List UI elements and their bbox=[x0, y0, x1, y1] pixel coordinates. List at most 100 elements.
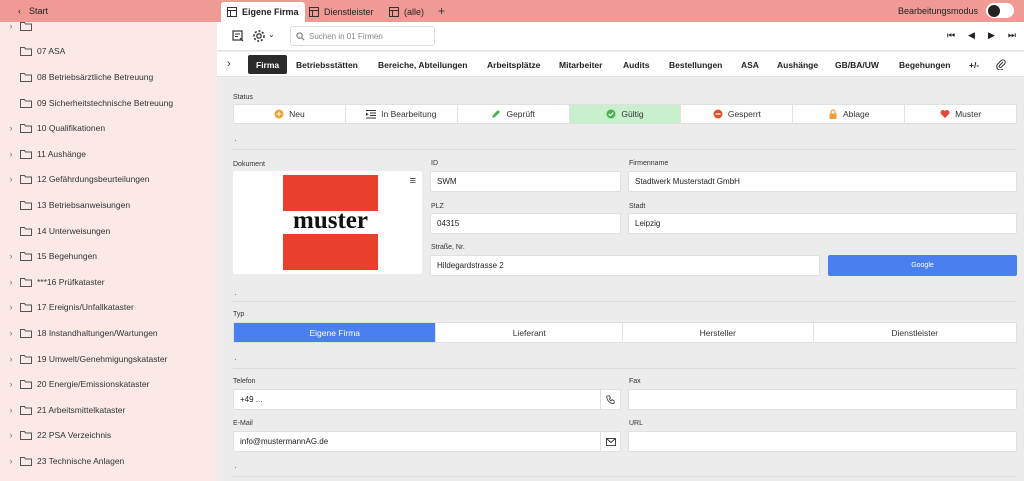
chevron-right-icon[interactable]: › bbox=[7, 251, 15, 261]
plz-field[interactable]: 04315 bbox=[430, 213, 621, 234]
chevron-down-icon[interactable]: ⌄ bbox=[268, 30, 275, 39]
sidebar-item[interactable]: › ***16 Prüfkataster bbox=[0, 269, 217, 295]
chevron-right-icon[interactable]: › bbox=[7, 123, 15, 133]
status-option[interactable]: Muster bbox=[905, 105, 1016, 123]
section-tab[interactable]: Aushänge bbox=[769, 55, 826, 74]
prev-record-icon[interactable]: ◀ bbox=[968, 30, 975, 41]
search-input[interactable]: Suchen in 01 Firmen bbox=[290, 26, 435, 46]
phone-icon[interactable] bbox=[600, 390, 620, 409]
status-option[interactable]: Neu bbox=[234, 105, 346, 123]
status-option[interactable]: Geprüft bbox=[458, 105, 570, 123]
url-field[interactable] bbox=[628, 431, 1017, 452]
section-tab[interactable]: Begehungen bbox=[891, 55, 958, 74]
sidebar-item-label: 13 Betriebsanweisungen bbox=[37, 199, 131, 210]
chevron-right-icon[interactable]: › bbox=[7, 379, 15, 389]
fax-field[interactable] bbox=[628, 389, 1017, 410]
sidebar-item[interactable]: 09 Sicherheitstechnische Betreuung bbox=[0, 90, 217, 116]
folder-icon bbox=[20, 277, 32, 287]
chevron-right-icon[interactable]: › bbox=[7, 174, 15, 184]
typ-option[interactable]: Eigene Firma bbox=[234, 323, 437, 342]
section-tab[interactable]: Firma bbox=[248, 55, 288, 74]
sidebar-back-button[interactable]: ‹ Start bbox=[0, 0, 217, 22]
section-tab[interactable]: ASA bbox=[733, 55, 767, 74]
google-button[interactable]: Google bbox=[828, 255, 1017, 276]
sidebar-item[interactable]: 13 Betriebsanweisungen bbox=[0, 192, 217, 218]
search-placeholder: Suchen in 01 Firmen bbox=[309, 31, 383, 41]
sidebar-item[interactable]: › 12 Gefährdungsbeurteilungen bbox=[0, 167, 217, 193]
section-tab[interactable]: Mitarbeiter bbox=[551, 55, 610, 74]
divider bbox=[233, 476, 1017, 477]
chevron-right-icon[interactable]: › bbox=[7, 354, 15, 364]
next-record-icon[interactable]: ▶ bbox=[988, 30, 995, 41]
paperclip-icon[interactable] bbox=[996, 59, 1006, 70]
strasse-label: Straße, Nr. bbox=[431, 244, 465, 251]
plus-circle-icon bbox=[274, 109, 284, 119]
chevron-right-icon[interactable]: › bbox=[7, 149, 15, 159]
folder-icon bbox=[20, 47, 32, 57]
gear-icon[interactable] bbox=[252, 29, 266, 43]
typ-option[interactable]: Lieferant bbox=[436, 323, 624, 342]
sidebar-item[interactable]: › 20 Energie/Emissionskataster bbox=[0, 371, 217, 397]
chevron-right-icon[interactable]: › bbox=[7, 456, 15, 466]
telefon-field[interactable]: +49 ... bbox=[233, 389, 621, 410]
section-tab[interactable]: GB/BA/UW bbox=[827, 55, 887, 74]
add-tab-icon[interactable]: + bbox=[438, 4, 445, 18]
tab-eigene-firma[interactable]: Eigene Firma bbox=[221, 2, 305, 22]
folder-icon bbox=[20, 200, 32, 210]
envelope-icon[interactable] bbox=[600, 432, 620, 451]
sidebar-item[interactable]: › 18 Instandhaltungen/Wartungen bbox=[0, 320, 217, 346]
document-preview[interactable]: muster ≡ bbox=[233, 171, 422, 274]
chevron-right-icon[interactable]: › bbox=[7, 21, 15, 31]
folder-icon bbox=[20, 124, 32, 134]
sidebar-item[interactable]: 08 Betriebsärztliche Betreuung bbox=[0, 64, 217, 90]
separator-dot: · bbox=[234, 290, 237, 299]
section-tab[interactable]: Arbeitsplätze bbox=[479, 55, 548, 74]
toolbar: ⌄ Suchen in 01 Firmen ⏮ ◀ ▶ ⏭ bbox=[217, 22, 1024, 51]
sidebar-item[interactable]: 07 ASA bbox=[0, 39, 217, 65]
chevron-right-icon[interactable]: › bbox=[7, 405, 15, 415]
typ-selector: Eigene Firma Lieferant Hersteller Dienstlei… bbox=[233, 322, 1017, 343]
last-record-icon[interactable]: ⏭ bbox=[1008, 30, 1016, 41]
edit-mode-toggle[interactable] bbox=[986, 3, 1014, 18]
typ-option[interactable]: Dienstleister bbox=[814, 323, 1016, 342]
status-option-label: In Bearbeitung bbox=[381, 109, 437, 119]
section-tab[interactable]: Betriebsstätten bbox=[288, 55, 366, 74]
sidebar-item[interactable]: › 23 Technische Anlagen bbox=[0, 448, 217, 474]
status-option[interactable]: In Bearbeitung bbox=[346, 105, 458, 123]
tab-dienstleister[interactable]: Dienstleister bbox=[303, 2, 380, 22]
sidebar-item[interactable]: › 19 Umwelt/Genehmigungskataster bbox=[0, 346, 217, 372]
folder-icon bbox=[20, 405, 32, 415]
separator-dot: · bbox=[234, 355, 237, 364]
typ-option[interactable]: Hersteller bbox=[623, 323, 814, 342]
sidebar-item[interactable]: › 10 Qualifikationen bbox=[0, 115, 217, 141]
sidebar-item[interactable]: 14 Unterweisungen bbox=[0, 218, 217, 244]
section-tab[interactable]: +/- bbox=[961, 55, 987, 74]
section-tab[interactable]: Bereiche, Abteilungen bbox=[370, 55, 475, 74]
export-icon[interactable] bbox=[232, 30, 244, 42]
check-circle-icon bbox=[606, 109, 616, 119]
first-record-icon[interactable]: ⏮ bbox=[947, 30, 955, 41]
sidebar-item[interactable]: › 11 Aushänge bbox=[0, 141, 217, 167]
strasse-field[interactable]: Hildegardstrasse 2 bbox=[430, 255, 820, 276]
sidebar-item[interactable]: › 22 PSA Verzeichnis bbox=[0, 423, 217, 449]
chevron-right-icon[interactable]: › bbox=[7, 277, 15, 287]
section-tab[interactable]: Bestellungen bbox=[661, 55, 730, 74]
chevron-right-icon[interactable]: › bbox=[7, 328, 15, 338]
status-option[interactable]: Gültig bbox=[569, 105, 682, 123]
chevron-right-icon[interactable]: › bbox=[7, 302, 15, 312]
id-field[interactable]: SWM bbox=[430, 171, 621, 192]
sidebar-item[interactable]: › 21 Arbeitsmittelkataster bbox=[0, 397, 217, 423]
sidebar-item[interactable]: › 15 Begehungen bbox=[0, 243, 217, 269]
stadt-field[interactable]: Leipzig bbox=[628, 213, 1017, 234]
status-option[interactable]: Gesperrt bbox=[681, 105, 794, 123]
chevron-right-icon[interactable]: › bbox=[7, 430, 15, 440]
menu-icon[interactable]: ≡ bbox=[410, 175, 416, 187]
firmenname-field[interactable]: Stadtwerk Musterstadt GmbH bbox=[628, 171, 1017, 192]
chevron-right-icon[interactable]: › bbox=[227, 58, 231, 70]
status-option[interactable]: Ablage bbox=[793, 105, 906, 123]
sidebar-item[interactable]: ›24 Fuhrpark bbox=[0, 474, 217, 481]
tab-alle[interactable]: (alle) bbox=[383, 2, 430, 22]
section-tab[interactable]: Audits bbox=[615, 55, 657, 74]
sidebar-item[interactable]: › 17 Ereignis/Unfallkataster bbox=[0, 295, 217, 321]
email-field[interactable]: info@mustermannAG.de bbox=[233, 431, 621, 452]
